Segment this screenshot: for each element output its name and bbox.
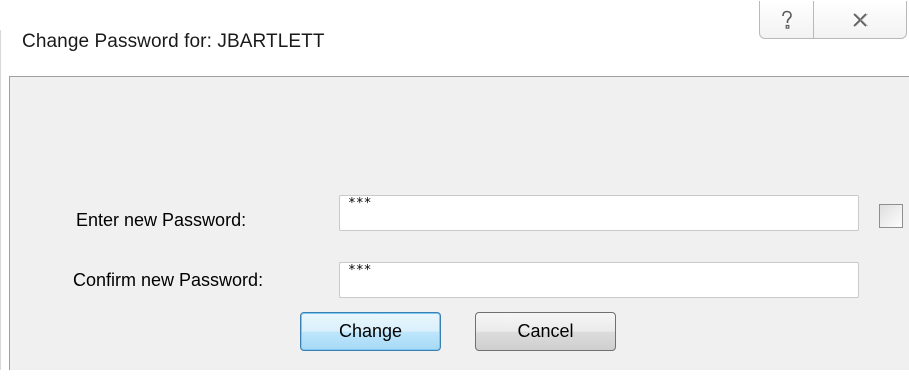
help-button[interactable] xyxy=(759,1,814,39)
question-mark-icon xyxy=(781,10,792,29)
change-button[interactable]: Change xyxy=(300,312,441,351)
cancel-button-label: Cancel xyxy=(517,321,574,341)
new-password-label: Enter new Password: xyxy=(76,210,247,230)
dialog-title: Change Password for: JBARTLETT xyxy=(22,31,325,52)
confirm-password-input[interactable]: *** xyxy=(339,262,859,298)
close-x-icon xyxy=(853,12,868,27)
new-password-input[interactable]: *** xyxy=(339,195,859,231)
confirm-password-label: Confirm new Password: xyxy=(73,270,264,290)
window-bottom-edge xyxy=(0,370,909,381)
caption-buttons xyxy=(759,1,909,41)
close-button[interactable] xyxy=(814,1,907,39)
change-password-dialog: Change Password for: JBARTLETT Enter new… xyxy=(0,0,909,381)
show-password-checkbox[interactable] xyxy=(879,204,903,228)
cancel-button[interactable]: Cancel xyxy=(475,312,616,351)
change-button-label: Change xyxy=(338,321,403,341)
window-border xyxy=(0,30,1,370)
title-bar[interactable]: Change Password for: JBARTLETT xyxy=(0,0,909,76)
